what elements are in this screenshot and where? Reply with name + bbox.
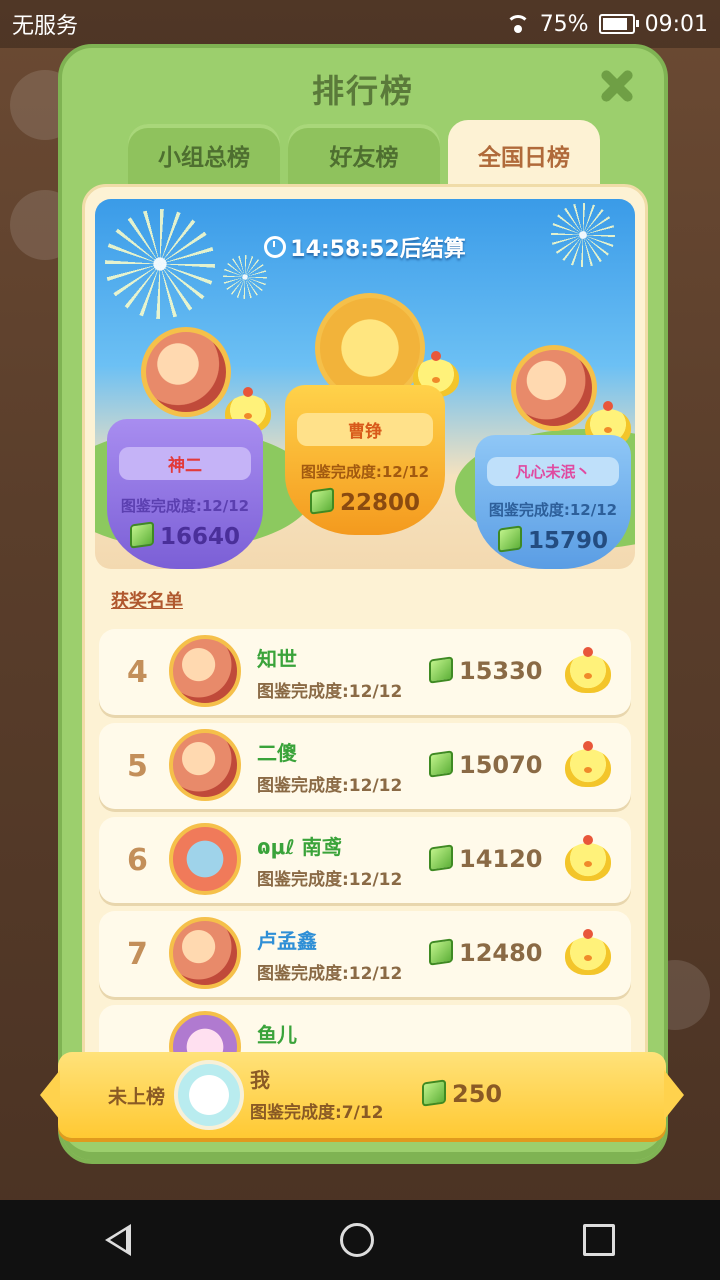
chick-icon bbox=[565, 741, 611, 787]
my-completion: 图鉴完成度:7/12 bbox=[250, 1103, 384, 1123]
tab-group-total[interactable]: 小组总榜 bbox=[128, 124, 280, 186]
gem-icon bbox=[429, 750, 453, 778]
timer-text: 14:58:52后结算 bbox=[290, 237, 466, 262]
my-score: 250 bbox=[422, 1079, 502, 1108]
score: 15070 bbox=[429, 750, 543, 779]
clock-time: 09:01 bbox=[644, 11, 708, 37]
my-rank-status: 未上榜 bbox=[108, 1086, 166, 1108]
user-name: 鱼儿 bbox=[257, 1023, 297, 1047]
top-name-2: 神二 bbox=[119, 447, 251, 480]
completion: 图鉴完成度:12/12 bbox=[257, 870, 403, 890]
top-name-1: 曹铮 bbox=[297, 413, 433, 446]
user-name: 二傻 bbox=[257, 741, 297, 765]
top-score-3: 15790 bbox=[475, 525, 631, 554]
awards-list-title: 获奖名单 bbox=[111, 591, 183, 612]
top-score-1: 22800 bbox=[285, 487, 445, 516]
completion: 图鉴完成度:12/12 bbox=[257, 682, 403, 702]
wifi-icon bbox=[505, 15, 530, 33]
top-completion-3: 图鉴完成度:12/12 bbox=[488, 501, 618, 519]
home-icon[interactable] bbox=[339, 1223, 374, 1257]
leaderboard-panel: 排行榜 小组总榜 好友榜 全国日榜 14:58:52后结算 神二 图鉴完成度:1… bbox=[58, 44, 668, 1164]
firework-icon bbox=[105, 209, 215, 319]
system-nav-bar bbox=[0, 1200, 720, 1280]
close-icon[interactable] bbox=[592, 62, 640, 110]
recent-apps-icon[interactable] bbox=[583, 1224, 616, 1256]
avatar bbox=[169, 729, 241, 801]
user-name: ɷμℓ 南鸢 bbox=[257, 835, 342, 859]
score: 15330 bbox=[429, 656, 543, 685]
avatar-rank-3[interactable] bbox=[511, 345, 597, 431]
score: 14120 bbox=[429, 844, 543, 873]
battery-percent: 75% bbox=[539, 11, 589, 37]
settlement-timer: 14:58:52后结算 bbox=[95, 231, 635, 263]
status-bar: 无服务 75% 09:01 bbox=[0, 0, 720, 48]
avatar bbox=[169, 635, 241, 707]
my-name: 我 bbox=[250, 1068, 270, 1092]
gem-icon bbox=[429, 656, 453, 684]
score: 12480 bbox=[429, 938, 543, 967]
panel-title: 排行榜 bbox=[311, 72, 414, 110]
top-completion-2: 图鉴完成度:12/12 bbox=[120, 497, 250, 515]
gem-icon bbox=[129, 521, 154, 549]
rank-number: 5 bbox=[127, 749, 148, 784]
list-item[interactable]: 4 知世 图鉴完成度:12/12 15330 bbox=[99, 629, 631, 715]
completion: 图鉴完成度:12/12 bbox=[257, 776, 403, 796]
avatar-rank-2[interactable] bbox=[141, 327, 231, 417]
user-name: 卢孟鑫 bbox=[257, 929, 317, 953]
list-item[interactable]: 5 二傻 图鉴完成度:12/12 15070 bbox=[99, 723, 631, 809]
tab-national-daily[interactable]: 全国日榜 bbox=[448, 120, 600, 190]
gem-icon bbox=[497, 525, 522, 553]
list-item[interactable]: 7 卢孟鑫 图鉴完成度:12/12 12480 bbox=[99, 911, 631, 997]
chick-icon bbox=[565, 835, 611, 881]
gem-icon bbox=[429, 844, 453, 872]
top-score-2: 16640 bbox=[107, 521, 263, 550]
battery-icon bbox=[598, 14, 639, 34]
clock-icon bbox=[264, 236, 287, 258]
my-rank-bar[interactable]: 未上榜 我 图鉴完成度:7/12 250 bbox=[40, 1052, 684, 1138]
podium-rank-2: 神二 图鉴完成度:12/12 16640 bbox=[107, 419, 263, 569]
status-icons: 75% 09:01 bbox=[505, 11, 708, 37]
top-completion-1: 图鉴完成度:12/12 bbox=[300, 463, 430, 481]
carrier-label: 无服务 bbox=[12, 14, 79, 39]
my-avatar[interactable] bbox=[174, 1060, 244, 1130]
gem-icon bbox=[429, 938, 453, 966]
rank-number: 4 bbox=[127, 655, 148, 690]
gem-icon bbox=[422, 1079, 446, 1107]
back-icon[interactable] bbox=[104, 1224, 131, 1256]
chick-icon bbox=[565, 929, 611, 975]
rank-number: 6 bbox=[127, 843, 148, 878]
gem-icon bbox=[309, 487, 334, 515]
avatar bbox=[169, 917, 241, 989]
top-name-3: 凡心未泯丶 bbox=[487, 457, 619, 486]
podium-banner: 14:58:52后结算 神二 图鉴完成度:12/12 16640 曹铮 图鉴完成… bbox=[95, 199, 635, 569]
podium-rank-3: 凡心未泯丶 图鉴完成度:12/12 15790 bbox=[475, 435, 631, 569]
completion: 图鉴完成度:12/12 bbox=[257, 964, 403, 984]
chick-icon bbox=[565, 647, 611, 693]
user-name: 知世 bbox=[257, 647, 297, 671]
rank-number: 7 bbox=[127, 937, 148, 972]
leaderboard-content[interactable]: 14:58:52后结算 神二 图鉴完成度:12/12 16640 曹铮 图鉴完成… bbox=[82, 184, 648, 1134]
list-item[interactable]: 6 ɷμℓ 南鸢 图鉴完成度:12/12 14120 bbox=[99, 817, 631, 903]
tab-friends[interactable]: 好友榜 bbox=[288, 124, 440, 186]
avatar bbox=[169, 823, 241, 895]
podium-rank-1: 曹铮 图鉴完成度:12/12 22800 bbox=[285, 385, 445, 535]
